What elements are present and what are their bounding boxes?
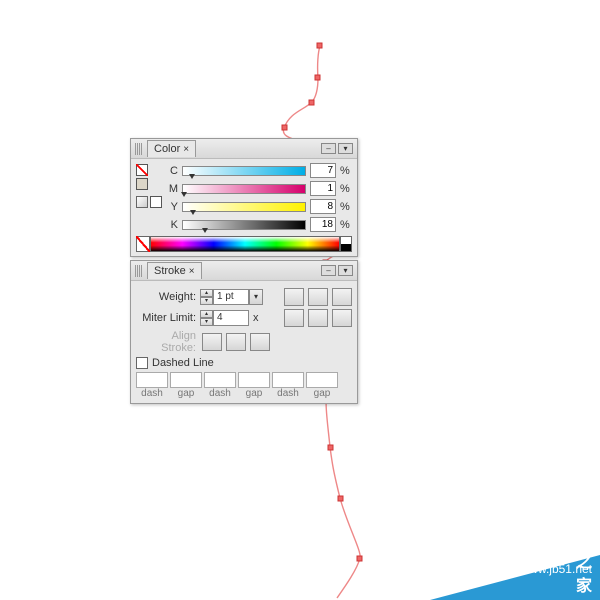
percent-label: % bbox=[340, 165, 352, 177]
stroke-tab-label: Stroke bbox=[154, 265, 186, 277]
chevron-up-icon[interactable]: ▴ bbox=[200, 289, 213, 297]
join-buttons bbox=[282, 309, 352, 327]
K-label: K bbox=[166, 219, 178, 231]
bw-swatch-icon[interactable] bbox=[340, 236, 352, 252]
gap-input[interactable] bbox=[238, 372, 270, 388]
dashed-label: Dashed Line bbox=[152, 357, 214, 369]
dropdown-icon[interactable]: ▾ bbox=[249, 289, 263, 305]
miter-label: Miter Limit: bbox=[136, 312, 196, 324]
join-miter-icon[interactable] bbox=[284, 309, 304, 327]
stroke-titlebar[interactable]: Stroke × – ▾ bbox=[131, 261, 357, 281]
dash-input[interactable] bbox=[204, 372, 236, 388]
cap-round-icon[interactable] bbox=[308, 288, 328, 306]
Y-label: Y bbox=[166, 201, 178, 213]
align-center-icon bbox=[202, 333, 222, 351]
fill-swatch[interactable] bbox=[136, 164, 148, 176]
stroke-tab[interactable]: Stroke × bbox=[147, 262, 202, 279]
C-slider[interactable] bbox=[182, 166, 306, 176]
close-icon[interactable]: × bbox=[183, 144, 189, 155]
align-label: Align Stroke: bbox=[136, 330, 196, 354]
join-round-icon[interactable] bbox=[308, 309, 328, 327]
cube-icon[interactable] bbox=[136, 196, 148, 208]
weight-stepper[interactable]: ▴▾ 1 pt ▾ bbox=[200, 289, 263, 305]
chevron-down-icon[interactable]: ▾ bbox=[200, 297, 213, 305]
K-value[interactable] bbox=[310, 217, 336, 232]
chevron-up-icon[interactable]: ▴ bbox=[200, 310, 213, 318]
color-tab[interactable]: Color × bbox=[147, 140, 196, 157]
grip-icon[interactable] bbox=[135, 265, 143, 277]
weight-label: Weight: bbox=[136, 291, 196, 303]
C-label: C bbox=[166, 165, 178, 177]
fill-stroke-swatches[interactable] bbox=[136, 163, 166, 232]
minimize-icon[interactable]: – bbox=[321, 265, 336, 276]
stroke-swatch[interactable] bbox=[136, 178, 148, 190]
menu-icon[interactable]: ▾ bbox=[338, 143, 353, 154]
minimize-icon[interactable]: – bbox=[321, 143, 336, 154]
gap-label: gap bbox=[306, 388, 338, 399]
Y-slider[interactable] bbox=[182, 202, 306, 212]
gap-input[interactable] bbox=[306, 372, 338, 388]
close-icon[interactable]: × bbox=[189, 266, 195, 277]
miter-value[interactable]: 4 bbox=[213, 310, 249, 326]
miter-stepper[interactable]: ▴▾ 4 bbox=[200, 310, 249, 326]
M-value[interactable] bbox=[310, 181, 336, 196]
watermark-text: 脚本之家 bbox=[576, 500, 592, 596]
grip-icon[interactable] bbox=[135, 143, 143, 155]
cap-square-icon[interactable] bbox=[332, 288, 352, 306]
dash-input[interactable] bbox=[136, 372, 168, 388]
gap-label: gap bbox=[238, 388, 270, 399]
cap-buttons bbox=[282, 288, 352, 306]
stroke-panel: Stroke × – ▾ Weight: ▴▾ 1 pt ▾ bbox=[130, 260, 358, 404]
chevron-down-icon[interactable]: ▾ bbox=[200, 318, 213, 326]
C-value[interactable] bbox=[310, 163, 336, 178]
color-panel: Color × – ▾ C % M % Y % K % bbox=[130, 138, 358, 257]
align-inside-icon bbox=[226, 333, 246, 351]
M-label: M bbox=[166, 183, 178, 195]
swap-icon[interactable] bbox=[150, 196, 162, 208]
percent-label: % bbox=[340, 219, 352, 231]
percent-label: % bbox=[340, 183, 352, 195]
menu-icon[interactable]: ▾ bbox=[338, 265, 353, 276]
percent-label: % bbox=[340, 201, 352, 213]
miter-unit: x bbox=[253, 312, 265, 324]
cap-butt-icon[interactable] bbox=[284, 288, 304, 306]
color-tab-label: Color bbox=[154, 143, 180, 155]
gap-input[interactable] bbox=[170, 372, 202, 388]
Y-value[interactable] bbox=[310, 199, 336, 214]
align-buttons bbox=[200, 333, 270, 351]
weight-value[interactable]: 1 pt bbox=[213, 289, 249, 305]
align-outside-icon bbox=[250, 333, 270, 351]
none-swatch-icon[interactable] bbox=[136, 236, 150, 252]
dash-label: dash bbox=[204, 388, 236, 399]
gap-label: gap bbox=[170, 388, 202, 399]
M-slider[interactable] bbox=[182, 184, 306, 194]
dashed-checkbox[interactable] bbox=[136, 357, 148, 369]
dash-label: dash bbox=[136, 388, 168, 399]
K-slider[interactable] bbox=[182, 220, 306, 230]
color-titlebar[interactable]: Color × – ▾ bbox=[131, 139, 357, 159]
join-bevel-icon[interactable] bbox=[332, 309, 352, 327]
spectrum-picker[interactable] bbox=[150, 236, 340, 252]
dash-input[interactable] bbox=[272, 372, 304, 388]
dash-label: dash bbox=[272, 388, 304, 399]
